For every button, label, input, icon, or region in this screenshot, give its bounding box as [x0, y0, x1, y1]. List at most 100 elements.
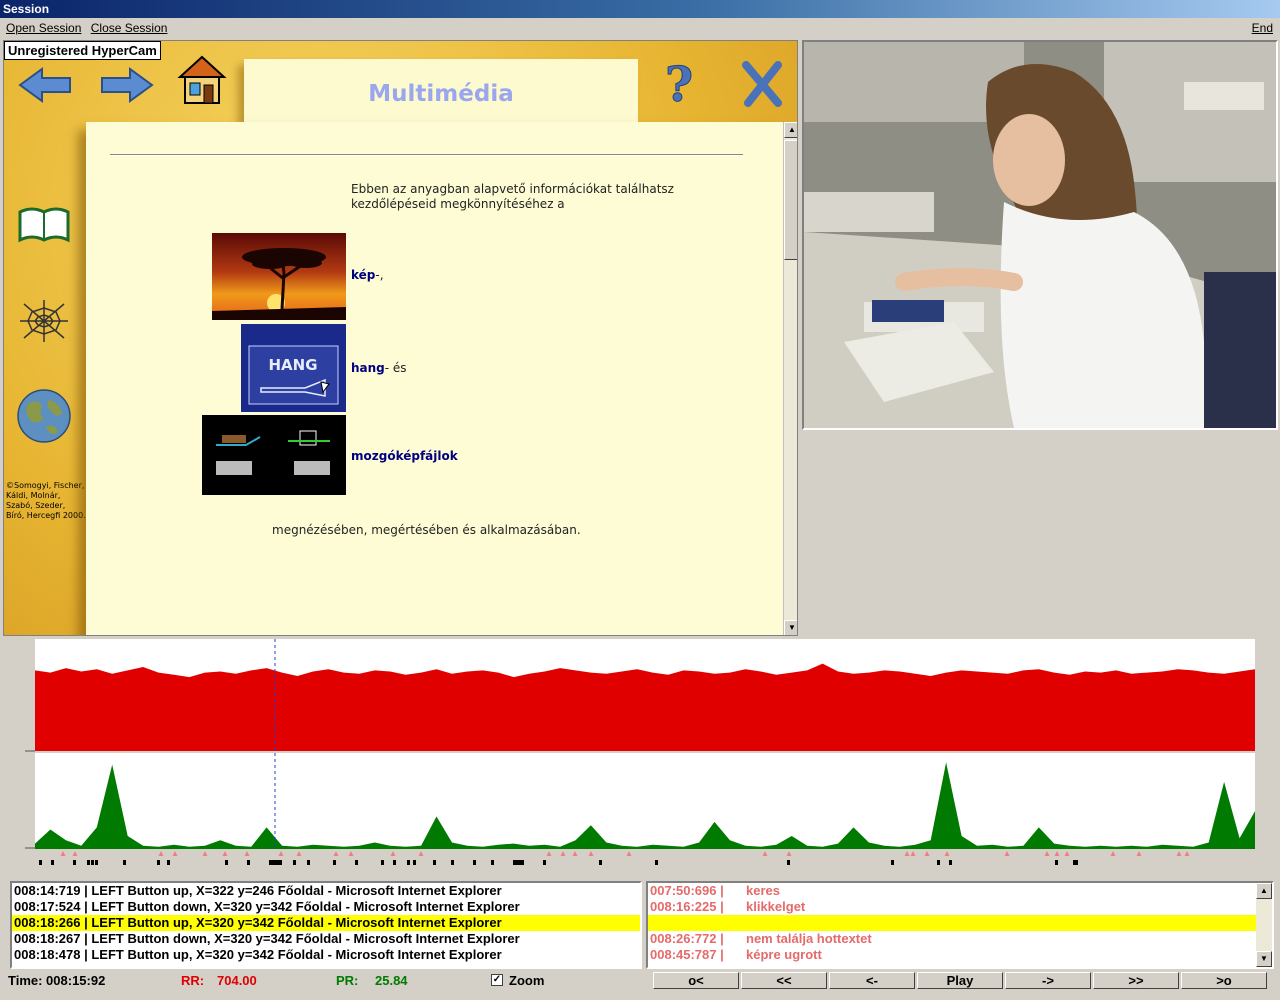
event-marker-tick[interactable]	[95, 860, 98, 865]
event-marker-tick[interactable]	[393, 860, 396, 865]
event-marker-tick[interactable]	[279, 860, 282, 865]
event-marker-tick[interactable]	[413, 860, 416, 865]
playback-button-5[interactable]: >>	[1093, 972, 1179, 989]
event-marker-triangle[interactable]	[1064, 851, 1070, 856]
annotation-log-scrollbar[interactable]: ▲ ▼	[1256, 883, 1272, 967]
event-marker-tick[interactable]	[247, 860, 250, 865]
event-marker-tick[interactable]	[157, 860, 160, 865]
event-marker-tick[interactable]	[225, 860, 228, 865]
event-marker-tick[interactable]	[123, 860, 126, 865]
annotation-log[interactable]: 007:50:696 | keres 008:16:225 | klikkelget 0…	[646, 881, 1274, 969]
annotation-log-row[interactable]: 008:16:225 | klikkelget	[648, 899, 1272, 915]
annotation-log-row[interactable]: 008:26:772 | nem találja hottextet	[648, 931, 1272, 947]
event-marker-tick[interactable]	[293, 860, 296, 865]
hang-sound-image[interactable]: HANG	[241, 324, 346, 412]
event-marker-triangle[interactable]	[560, 851, 566, 856]
link-mozgokepfajlok[interactable]: mozgóképfájlok	[351, 449, 458, 463]
event-marker-triangle[interactable]	[786, 851, 792, 856]
playback-button-1[interactable]: <<	[741, 972, 827, 989]
event-marker-tick[interactable]	[51, 860, 54, 865]
event-marker-triangle[interactable]	[924, 851, 930, 856]
event-marker-tick[interactable]	[407, 860, 410, 865]
event-marker-triangle[interactable]	[944, 851, 950, 856]
event-marker-tick[interactable]	[333, 860, 336, 865]
event-marker-tick[interactable]	[381, 860, 384, 865]
home-icon[interactable]	[176, 53, 228, 107]
event-marker-triangle[interactable]	[572, 851, 578, 856]
playback-button-3[interactable]: Play	[917, 972, 1003, 989]
event-log-row[interactable]: 008:18:267 | LEFT Button down, X=320 y=3…	[12, 931, 640, 947]
event-marker-tick[interactable]	[543, 860, 546, 865]
playback-button-6[interactable]: >o	[1181, 972, 1267, 989]
event-marker-tick[interactable]	[473, 860, 476, 865]
rr-pr-chart[interactable]	[3, 637, 1277, 870]
event-marker-triangle[interactable]	[1044, 851, 1050, 856]
scroll-down-button[interactable]: ▼	[784, 620, 797, 635]
event-marker-triangle[interactable]	[244, 851, 250, 856]
event-marker-triangle[interactable]	[1136, 851, 1142, 856]
log-scroll-up-button[interactable]: ▲	[1256, 883, 1272, 899]
zoom-checkbox[interactable]: ✓	[491, 974, 503, 986]
event-marker-tick[interactable]	[491, 860, 494, 865]
book-icon[interactable]	[16, 206, 72, 244]
event-marker-triangle[interactable]	[60, 851, 66, 856]
menu-close-session[interactable]: Close Session	[88, 18, 171, 38]
event-marker-tick[interactable]	[1075, 860, 1078, 865]
event-log-row[interactable]: 008:18:478 | LEFT Button up, X=320 y=342…	[12, 947, 640, 963]
event-marker-triangle[interactable]	[202, 851, 208, 856]
event-marker-tick[interactable]	[599, 860, 602, 865]
moving-image-thumbnail[interactable]	[202, 415, 346, 495]
link-kep[interactable]: kép	[351, 268, 375, 282]
close-x-icon[interactable]	[740, 59, 784, 109]
event-marker-triangle[interactable]	[626, 851, 632, 856]
page-scrollbar[interactable]: ▲ ▼	[783, 122, 797, 635]
event-marker-triangle[interactable]	[1054, 851, 1060, 856]
event-marker-triangle[interactable]	[348, 851, 354, 856]
playback-button-4[interactable]: ->	[1005, 972, 1091, 989]
event-marker-tick[interactable]	[307, 860, 310, 865]
event-marker-tick[interactable]	[167, 860, 170, 865]
event-marker-triangle[interactable]	[1176, 851, 1182, 856]
event-marker-triangle[interactable]	[172, 851, 178, 856]
event-marker-triangle[interactable]	[762, 851, 768, 856]
annotation-log-row[interactable]	[648, 915, 1272, 931]
playback-button-2[interactable]: <-	[829, 972, 915, 989]
event-marker-tick[interactable]	[937, 860, 940, 865]
event-marker-tick[interactable]	[87, 860, 90, 865]
event-marker-triangle[interactable]	[222, 851, 228, 856]
event-marker-tick[interactable]	[355, 860, 358, 865]
event-marker-triangle[interactable]	[1004, 851, 1010, 856]
spiderweb-icon[interactable]	[16, 296, 72, 346]
menu-end[interactable]: End	[1249, 18, 1276, 38]
event-marker-tick[interactable]	[39, 860, 42, 865]
event-log-row[interactable]: 008:17:524 | LEFT Button down, X=320 y=3…	[12, 899, 640, 915]
event-marker-triangle[interactable]	[588, 851, 594, 856]
annotation-log-row[interactable]: 007:50:696 | keres	[648, 883, 1272, 899]
event-marker-triangle[interactable]	[1184, 851, 1190, 856]
event-marker-triangle[interactable]	[390, 851, 396, 856]
event-marker-triangle[interactable]	[910, 851, 916, 856]
event-marker-tick[interactable]	[787, 860, 790, 865]
back-arrow-icon[interactable]	[16, 65, 76, 105]
event-marker-tick[interactable]	[891, 860, 894, 865]
globe-icon[interactable]	[16, 388, 72, 444]
event-log[interactable]: 008:14:719 | LEFT Button up, X=322 y=246…	[10, 881, 642, 969]
event-marker-tick[interactable]	[91, 860, 94, 865]
event-marker-triangle[interactable]	[333, 851, 339, 856]
event-marker-tick[interactable]	[433, 860, 436, 865]
event-marker-triangle[interactable]	[418, 851, 424, 856]
forward-arrow-icon[interactable]	[96, 65, 156, 105]
playback-button-0[interactable]: o<	[653, 972, 739, 989]
scroll-up-button[interactable]: ▲	[784, 122, 797, 138]
event-marker-triangle[interactable]	[72, 851, 78, 856]
event-marker-triangle[interactable]	[278, 851, 284, 856]
sunset-tree-image[interactable]	[212, 233, 346, 320]
event-log-row[interactable]: 008:18:266 | LEFT Button up, X=320 y=342…	[12, 915, 640, 931]
event-marker-triangle[interactable]	[1110, 851, 1116, 856]
event-marker-tick[interactable]	[451, 860, 454, 865]
event-marker-triangle[interactable]	[904, 851, 910, 856]
event-marker-triangle[interactable]	[158, 851, 164, 856]
link-hang[interactable]: hang	[351, 361, 385, 375]
event-marker-tick[interactable]	[655, 860, 658, 865]
event-marker-triangle[interactable]	[546, 851, 552, 856]
